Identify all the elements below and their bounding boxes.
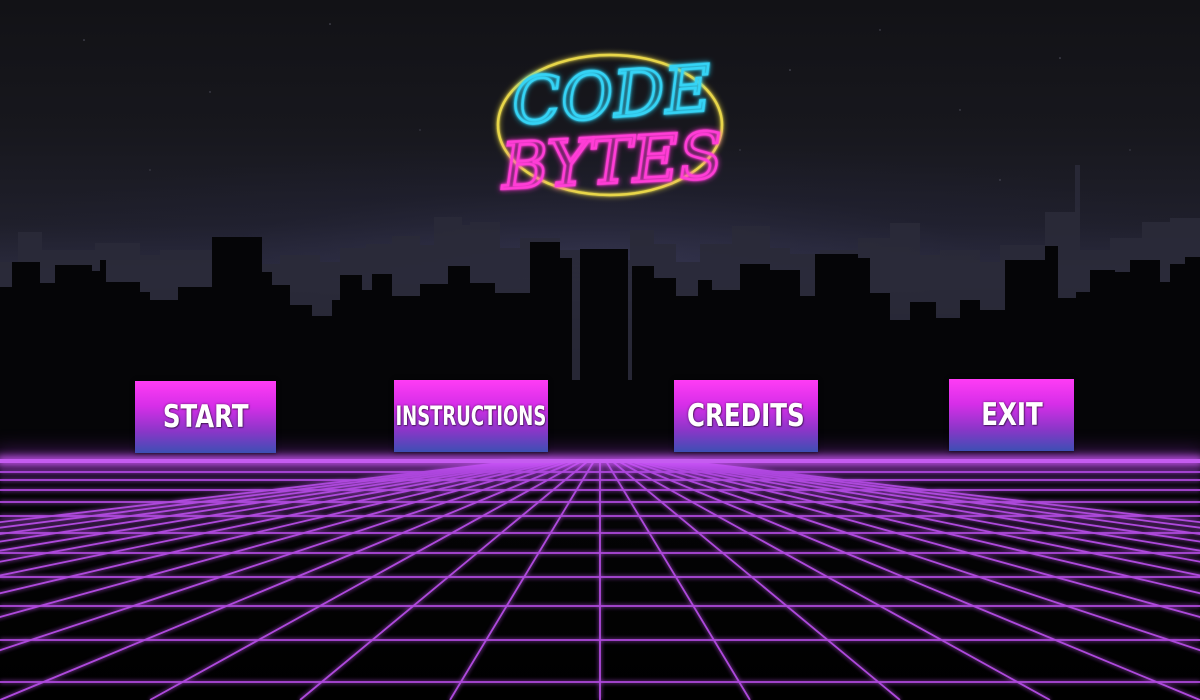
instructions-button[interactable]: INSTRUCTIONS <box>394 380 548 452</box>
credits-button-label: CREDITS <box>687 398 805 434</box>
code-bytes-logo: CODE BYTES <box>496 51 726 206</box>
start-button[interactable]: START <box>135 381 276 453</box>
exit-button[interactable]: EXIT <box>949 379 1074 451</box>
main-menu-scene: CODE BYTES START INSTRUCTIONS CREDITS EX… <box>0 0 1200 700</box>
instructions-button-label: INSTRUCTIONS <box>395 400 547 432</box>
exit-button-label: EXIT <box>980 397 1043 433</box>
logo-text-bytes: BYTES <box>499 119 725 205</box>
start-button-label: START <box>162 399 249 435</box>
credits-button[interactable]: CREDITS <box>674 380 818 452</box>
